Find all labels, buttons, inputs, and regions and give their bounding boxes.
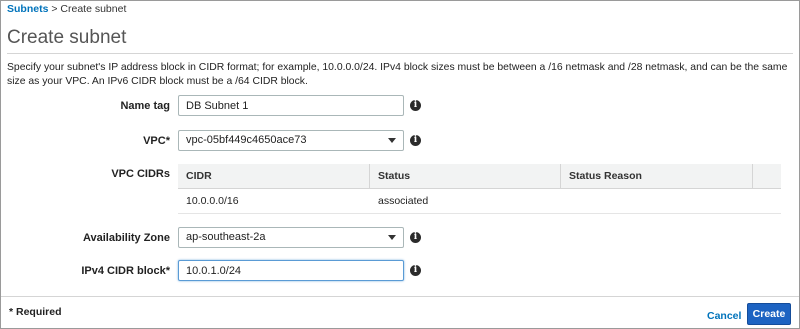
vpc-select[interactable]: vpc-05bf449c4650ace73 — [178, 130, 404, 151]
page-title: Create subnet — [7, 27, 127, 48]
name-tag-info-icon[interactable]: i — [410, 100, 421, 111]
breadcrumb-current: Create subnet — [60, 3, 127, 15]
breadcrumb-separator: > — [51, 3, 58, 15]
page-description: Specify your subnet's IP address block i… — [7, 62, 788, 87]
create-button[interactable]: Create — [747, 303, 791, 325]
vpc-cidrs-label: VPC CIDRs — [111, 168, 170, 180]
availability-zone-select[interactable]: ap-southeast-2a — [178, 227, 404, 248]
required-note: * Required — [9, 306, 62, 318]
title-divider — [7, 53, 793, 54]
vpc-select-value: vpc-05bf449c4650ace73 — [186, 134, 307, 146]
ipv4-cidr-input[interactable] — [178, 260, 404, 281]
vpc-cidrs-table: CIDR Status Status Reason 10.0.0.0/16 as… — [178, 164, 781, 214]
footer-divider — [1, 296, 799, 297]
table-divider — [178, 213, 781, 214]
status-cell: associated — [378, 195, 429, 207]
table-header: CIDR Status Status Reason — [178, 164, 781, 189]
name-tag-label: Name tag — [120, 100, 170, 112]
chevron-down-icon — [388, 235, 396, 240]
availability-zone-value: ap-southeast-2a — [186, 231, 266, 243]
cidr-cell: 10.0.0.0/16 — [186, 195, 239, 207]
chevron-down-icon — [388, 138, 396, 143]
cancel-button[interactable]: Cancel — [707, 310, 741, 322]
breadcrumb: Subnets > Create subnet — [7, 3, 126, 15]
name-tag-input[interactable] — [178, 95, 404, 116]
vpc-info-icon[interactable]: i — [410, 135, 421, 146]
status-reason-cell — [561, 189, 753, 214]
breadcrumb-subnets-link[interactable]: Subnets — [7, 3, 48, 15]
vpc-label: VPC* — [143, 135, 170, 147]
column-header-status[interactable]: Status — [370, 164, 561, 189]
availability-zone-info-icon[interactable]: i — [410, 232, 421, 243]
ipv4-cidr-label: IPv4 CIDR block* — [81, 265, 170, 277]
column-header-cidr[interactable]: CIDR — [178, 164, 370, 189]
column-header-status-reason[interactable]: Status Reason — [561, 164, 753, 189]
ipv4-cidr-info-icon[interactable]: i — [410, 265, 421, 276]
availability-zone-label: Availability Zone — [82, 232, 170, 244]
